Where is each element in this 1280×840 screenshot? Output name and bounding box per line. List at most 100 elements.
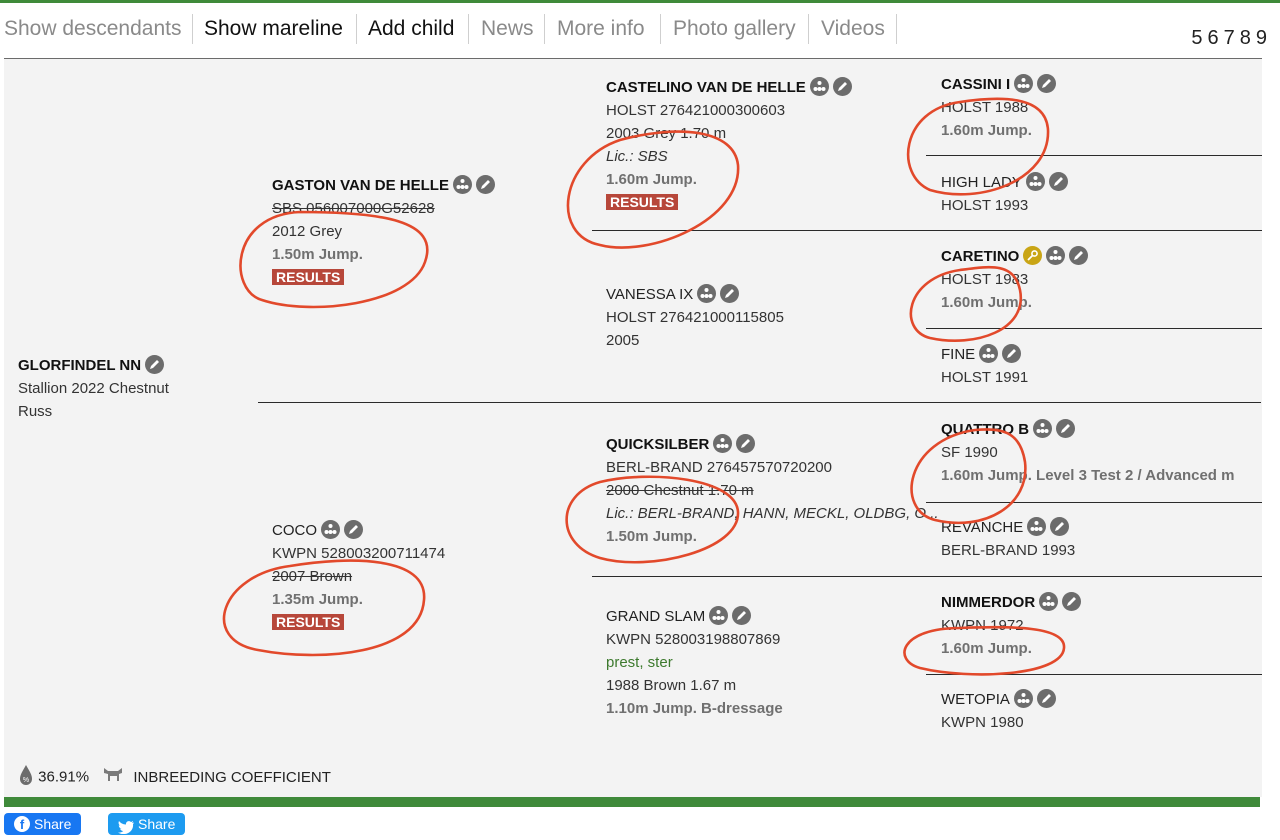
- nav-divider: [660, 14, 661, 44]
- nav-divider: [468, 14, 469, 44]
- dam-dam-name[interactable]: GRAND SLAM: [606, 608, 705, 625]
- sire-dam-name[interactable]: VANESSA IX: [606, 286, 693, 303]
- divider: [926, 155, 1262, 156]
- dam-sire-registration: BERL-BRAND 276457570720200: [606, 459, 832, 476]
- generation-9[interactable]: 9: [1256, 27, 1272, 49]
- sire-sire-year: 2003 Grey 1.70 m: [606, 125, 727, 142]
- sire-registration: SBS 056007000G52628: [272, 200, 435, 217]
- inbreeding-value: 36.91%: [38, 768, 90, 786]
- dam-dam-year: 1988 Brown 1.67 m: [606, 677, 737, 694]
- edit-icon[interactable]: [1048, 172, 1068, 191]
- nav-show-mareline[interactable]: Show mareline: [204, 17, 343, 41]
- edit-icon[interactable]: [1002, 344, 1022, 363]
- sire-dam: VANESSA IX HOLST 276421000115805 2005: [606, 283, 784, 352]
- nav-more-info[interactable]: More info: [557, 17, 645, 41]
- pedigree-icon[interactable]: [1013, 689, 1033, 708]
- results-button[interactable]: RESULTS: [272, 269, 345, 285]
- dna-icon: %: [18, 765, 34, 790]
- pedigree-icon[interactable]: [1027, 517, 1047, 536]
- generation-7[interactable]: 7: [1224, 27, 1240, 49]
- horse-name[interactable]: FINE: [941, 346, 975, 363]
- horse-name[interactable]: QUATTRO B: [941, 421, 1029, 438]
- dam-sire-year: 2000 Chestnut 1.70 m: [606, 482, 754, 499]
- pedigree-icon[interactable]: [1014, 74, 1034, 93]
- edit-icon[interactable]: [1050, 517, 1070, 536]
- edit-icon[interactable]: [1037, 74, 1057, 93]
- edit-icon[interactable]: [1062, 592, 1082, 611]
- horse-registration: KWPN 1972: [941, 617, 1024, 634]
- horse-name[interactable]: HIGH LADY: [941, 174, 1022, 191]
- horse-name[interactable]: CASSINI I: [941, 76, 1010, 93]
- dam-sire-licence: Lic.: BERL-BRAND, HANN, MECKL, OLDBG, O.…: [606, 505, 939, 522]
- pedigree-icon[interactable]: [979, 344, 999, 363]
- nav-divider: [544, 14, 545, 44]
- facebook-share-button[interactable]: f Share: [4, 813, 82, 835]
- edit-icon[interactable]: [1036, 689, 1056, 708]
- nav-divider: [192, 14, 193, 44]
- pedigree-icon[interactable]: [713, 434, 733, 453]
- sire-sire-licence: Lic.: SBS: [606, 148, 668, 165]
- edit-icon[interactable]: [1069, 246, 1089, 265]
- horse-name[interactable]: REVANCHE: [941, 519, 1023, 536]
- nav-add-child[interactable]: Add child: [368, 17, 454, 41]
- subject-info: Stallion 2022 Chestnut: [18, 380, 169, 397]
- sire-sire-jump: 1.60m Jump.: [606, 171, 697, 188]
- dam-dam-registration: KWPN 528003198807869: [606, 631, 781, 648]
- nav-videos[interactable]: Videos: [821, 17, 885, 41]
- horse-name[interactable]: CARETINO: [941, 248, 1019, 265]
- pedigree-icon[interactable]: [1033, 419, 1053, 438]
- dam-dam-predicates: prest, ster: [606, 654, 673, 671]
- generation-5[interactable]: 5: [1191, 27, 1207, 49]
- horse-registration: HOLST 1988: [941, 99, 1029, 116]
- sire-dam-divider: [258, 402, 1261, 403]
- pedigree-icon[interactable]: [1025, 172, 1045, 191]
- dam-dam-jump: 1.10m Jump. B-dressage: [606, 700, 783, 717]
- ggen-cassini: CASSINI I HOLST 1988 1.60m Jump.: [941, 73, 1057, 142]
- edit-icon[interactable]: [475, 175, 495, 194]
- results-button[interactable]: RESULTS: [272, 614, 345, 630]
- sire-sire-registration: HOLST 276421000300603: [606, 102, 786, 119]
- edit-icon[interactable]: [832, 77, 852, 96]
- twitter-share-button[interactable]: Share: [108, 813, 186, 835]
- divider: [926, 328, 1262, 329]
- edit-icon[interactable]: [736, 434, 756, 453]
- pedigree-icon[interactable]: [321, 520, 340, 539]
- sire-sire-name[interactable]: CASTELINO VAN DE HELLE: [606, 79, 806, 96]
- pedigree-icon[interactable]: [809, 77, 829, 96]
- pedigree-icon[interactable]: [697, 284, 717, 303]
- pedigree-icon[interactable]: [709, 606, 729, 625]
- horse-name[interactable]: NIMMERDOR: [941, 594, 1035, 611]
- nav-news[interactable]: News: [481, 17, 534, 41]
- dam-dam: GRAND SLAM KWPN 528003198807869 prest, s…: [606, 605, 783, 720]
- key-icon[interactable]: [1023, 246, 1043, 265]
- results-button[interactable]: RESULTS: [606, 194, 679, 210]
- nav-photo-gallery[interactable]: Photo gallery: [673, 17, 796, 41]
- bottom-accent-bar: [4, 797, 1260, 807]
- edit-icon[interactable]: [732, 606, 752, 625]
- generation-8[interactable]: 8: [1240, 27, 1256, 49]
- nav-show-descendants[interactable]: Show descendants: [4, 17, 181, 41]
- ggen-high-lady: HIGH LADY HOLST 1993: [941, 171, 1068, 217]
- pedigree-icon[interactable]: [1046, 246, 1066, 265]
- pedigree-icon[interactable]: [1039, 592, 1059, 611]
- edit-icon[interactable]: [1056, 419, 1076, 438]
- pedigree-icon[interactable]: [452, 175, 472, 194]
- dam: COCO KWPN 528003200711474 2007 Brown 1.3…: [272, 519, 445, 634]
- edit-icon[interactable]: [720, 284, 740, 303]
- horse-icon: [101, 768, 125, 789]
- sire-name[interactable]: GASTON VAN DE HELLE: [272, 177, 449, 194]
- nav-divider: [896, 14, 897, 44]
- sire-dam-year: 2005: [606, 332, 640, 349]
- dam-sire-name[interactable]: QUICKSILBER: [606, 436, 709, 453]
- subject-breeder: Russ: [18, 403, 53, 420]
- generation-6[interactable]: 6: [1208, 27, 1224, 49]
- dam-name[interactable]: COCO: [272, 522, 317, 539]
- horse-name[interactable]: WETOPIA: [941, 691, 1010, 708]
- edit-icon[interactable]: [344, 520, 363, 539]
- ggen-nimmerdor: NIMMERDOR KWPN 1972 1.60m Jump.: [941, 591, 1082, 660]
- divider: [926, 674, 1262, 675]
- ggen-wetopia: WETOPIA KWPN 1980: [941, 688, 1056, 734]
- divider: [592, 230, 1262, 231]
- ggen-fine: FINE HOLST 1991: [941, 343, 1028, 389]
- edit-icon[interactable]: [145, 355, 165, 374]
